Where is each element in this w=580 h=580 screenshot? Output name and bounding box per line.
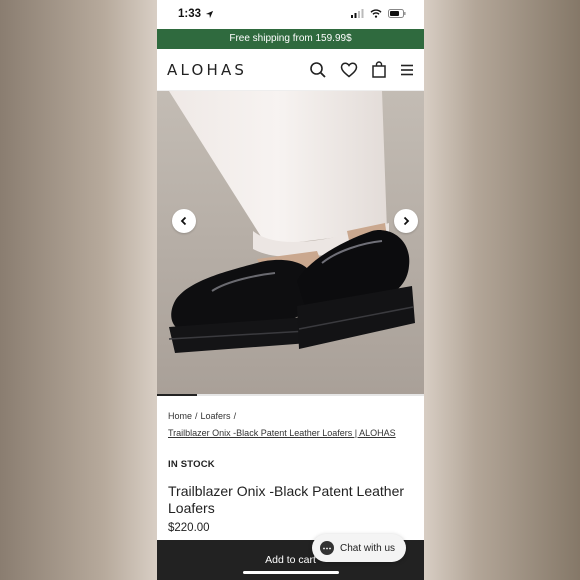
product-title: Trailblazer Onix -Black Patent Leather L… [168, 483, 405, 516]
next-image-button[interactable] [394, 209, 418, 233]
breadcrumb: Home / Loafers / Trailblazer Onix -Black Pa… [168, 411, 414, 438]
status-bar: 1:33 [157, 0, 424, 29]
signal-icon [351, 9, 364, 18]
status-time: 1:33 [178, 8, 202, 20]
status-icons [351, 9, 406, 18]
chevron-right-icon [403, 216, 410, 226]
phone-screen: 1:33 Free shipping from 159.99$ ALOHAS H… [157, 0, 424, 580]
location-arrow-icon [205, 10, 214, 19]
chat-label: Chat with us [340, 542, 396, 554]
bag-icon[interactable] [370, 61, 388, 79]
breadcrumb-loafers[interactable]: Loafers [201, 411, 231, 421]
battery-icon [388, 9, 406, 18]
stock-status: IN STOCK [168, 459, 215, 470]
wifi-icon [370, 9, 382, 18]
product-info: Home / Loafers / Trailblazer Onix -Black Pa… [168, 396, 414, 534]
breadcrumb-separator: / [233, 411, 237, 421]
breadcrumb-home[interactable]: Home [168, 411, 192, 421]
add-to-cart-label: Add to cart [265, 554, 316, 566]
chat-bubble-icon [320, 541, 334, 555]
breadcrumb-separator: / [195, 411, 198, 421]
promo-banner[interactable]: Free shipping from 159.99$ [157, 29, 424, 49]
breadcrumb-current[interactable]: Trailblazer Onix -Black Patent Leather L… [168, 428, 414, 438]
product-photo [157, 91, 424, 395]
brand-logo[interactable]: ALOHAS [167, 61, 247, 79]
chat-button[interactable]: Chat with us [312, 534, 406, 562]
chevron-left-icon [180, 216, 187, 226]
product-image[interactable] [157, 91, 424, 395]
site-header: ALOHAS [157, 49, 424, 91]
prev-image-button[interactable] [172, 209, 196, 233]
home-indicator [243, 571, 339, 574]
search-icon[interactable] [309, 61, 327, 79]
heart-icon[interactable] [340, 61, 358, 79]
product-price: $220.00 [168, 522, 210, 534]
menu-icon[interactable] [398, 61, 416, 79]
